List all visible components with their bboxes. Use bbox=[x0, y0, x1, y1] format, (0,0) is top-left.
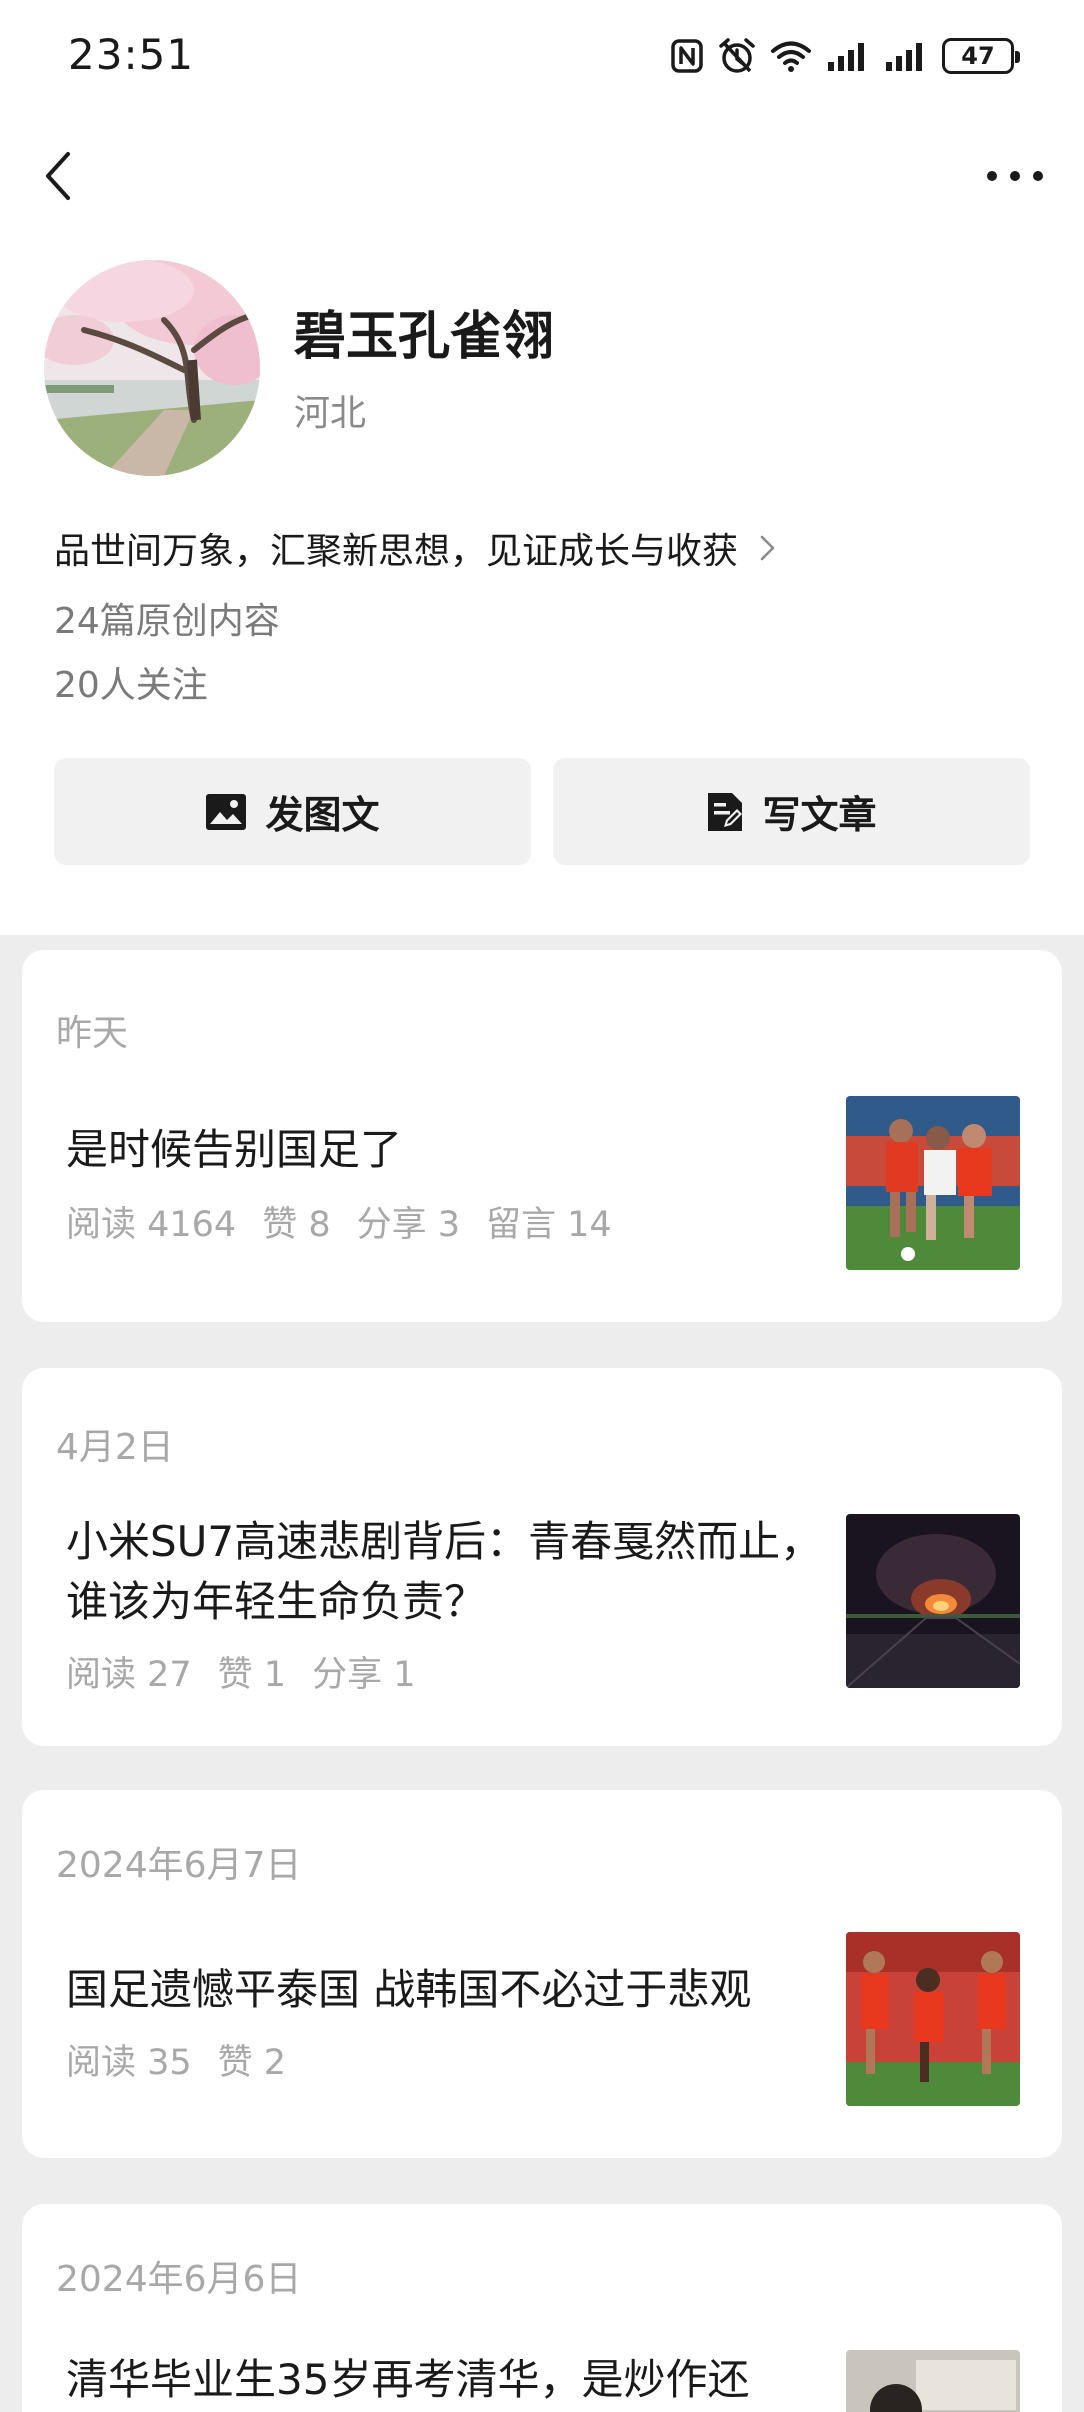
signal-icon bbox=[886, 43, 922, 71]
wifi-icon bbox=[771, 41, 811, 72]
image-icon bbox=[206, 793, 247, 830]
nickname: 碧玉孔雀翎 bbox=[294, 307, 555, 367]
share-count: 分享 1 bbox=[312, 1655, 416, 1695]
article-title: 是时候告别国足了 bbox=[66, 1125, 403, 1174]
write-article-label: 写文章 bbox=[762, 793, 877, 837]
status-time: 23:51 bbox=[68, 30, 195, 79]
post-image-text-button[interactable]: 发图文 bbox=[54, 758, 531, 865]
article-thumbnail bbox=[846, 1932, 1020, 2106]
chevron-left-icon[interactable] bbox=[30, 146, 90, 206]
article-stats: 阅读 4164 赞 8 分享 3 留言 14 bbox=[66, 1196, 612, 1247]
article-card[interactable]: 4月2日 小米SU7高速悲剧背后：青春戛然而止，谁该为年轻生命负责？ 阅读 27… bbox=[22, 1368, 1062, 1746]
article-date: 2024年6月6日 bbox=[56, 2259, 302, 2300]
status-bar: 23:51 47 bbox=[0, 0, 1084, 115]
read-count: 阅读 27 bbox=[66, 1655, 192, 1695]
nfc-icon bbox=[671, 39, 703, 73]
article-date: 4月2日 bbox=[56, 1427, 174, 1468]
nav-bar bbox=[0, 130, 1084, 220]
status-icons: 47 bbox=[670, 34, 1020, 78]
article-thumbnail bbox=[846, 1514, 1020, 1688]
like-count: 赞 2 bbox=[217, 2043, 287, 2083]
article-card[interactable]: 2024年6月6日 清华毕业生35岁再考清华，是炒作还 bbox=[22, 2204, 1062, 2412]
battery-level: 47 bbox=[961, 42, 995, 70]
avatar[interactable] bbox=[44, 260, 260, 476]
bio-link[interactable]: 品世间万象，汇聚新思想，见证成长与收获 bbox=[54, 522, 782, 574]
article-thumbnail bbox=[846, 1096, 1020, 1270]
profile-header: 23:51 47 碧玉孔雀翎 河北 品世间万象，汇聚新思想，见证成长与收获 24… bbox=[0, 0, 1084, 935]
article-date: 昨天 bbox=[56, 1013, 129, 1054]
profile-screen: 23:51 47 碧玉孔雀翎 河北 品世间万象，汇聚新思想，见证成长与收获 24… bbox=[0, 0, 1084, 2412]
alarm-icon bbox=[719, 38, 755, 73]
chevron-right-icon bbox=[760, 535, 775, 561]
article-card[interactable]: 2024年6月7日 国足遗憾平泰国 战韩国不必过于悲观 阅读 35 赞 2 bbox=[22, 1790, 1062, 2158]
more-dots-icon[interactable] bbox=[980, 154, 1050, 198]
battery-icon: 47 bbox=[942, 38, 1020, 74]
article-card[interactable]: 昨天 是时候告别国足了 阅读 4164 赞 8 分享 3 留言 14 bbox=[22, 950, 1062, 1322]
write-article-button[interactable]: 写文章 bbox=[553, 758, 1030, 865]
followers-count[interactable]: 20人关注 bbox=[54, 656, 208, 708]
read-count: 阅读 4164 bbox=[66, 1205, 237, 1245]
article-title: 清华毕业生35岁再考清华，是炒作还 bbox=[66, 2355, 750, 2404]
like-count: 赞 8 bbox=[262, 1205, 331, 1245]
edit-document-icon bbox=[708, 792, 743, 831]
post-image-text-label: 发图文 bbox=[265, 793, 380, 837]
article-date: 2024年6月7日 bbox=[56, 1845, 302, 1886]
article-title: 小米SU7高速悲剧背后：青春戛然而止，谁该为年轻生命负责？ bbox=[66, 1517, 823, 1626]
comment-count: 留言 14 bbox=[486, 1205, 612, 1245]
region: 河北 bbox=[294, 393, 367, 434]
original-content-count[interactable]: 24篇原创内容 bbox=[54, 592, 280, 644]
like-count: 赞 1 bbox=[217, 1655, 287, 1695]
article-title: 国足遗憾平泰国 战韩国不必过于悲观 bbox=[66, 1965, 752, 2014]
bio-text: 品世间万象，汇聚新思想，见证成长与收获 bbox=[54, 531, 739, 572]
article-stats: 阅读 35 赞 2 bbox=[66, 2034, 286, 2085]
article-stats: 阅读 27 赞 1 分享 1 bbox=[66, 1646, 415, 1697]
read-count: 阅读 35 bbox=[66, 2043, 192, 2083]
signal-icon bbox=[828, 43, 864, 71]
article-thumbnail bbox=[846, 2350, 1020, 2412]
share-count: 分享 3 bbox=[356, 1205, 461, 1245]
